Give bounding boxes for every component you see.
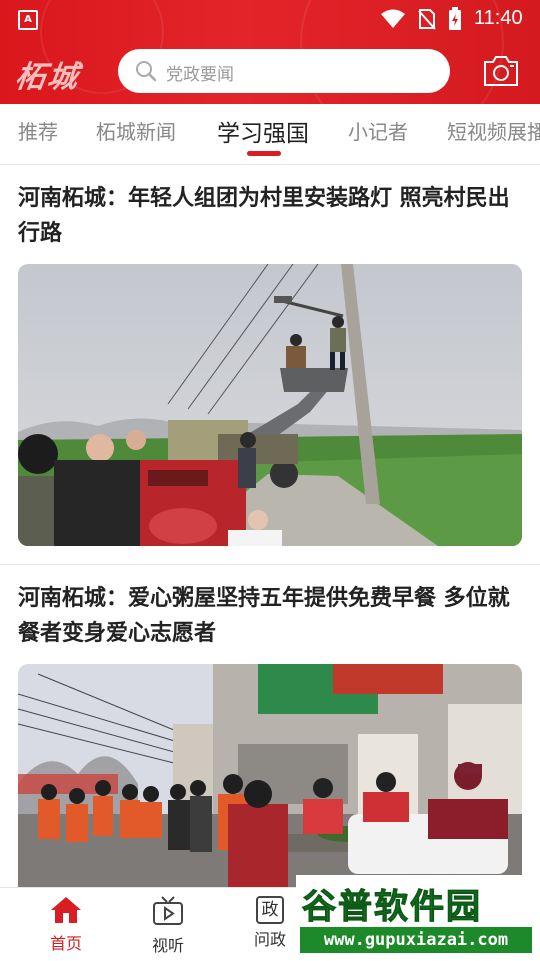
news-photo[interactable] [18, 264, 522, 546]
no-sim-icon [418, 9, 436, 30]
status-time: 11:40 [474, 7, 523, 29]
site-watermark: 谷普软件园 www.gupuxiazai.com [296, 875, 540, 960]
tab-recommend[interactable]: 推荐 [18, 116, 58, 145]
tab-short-video[interactable]: 短视频展播 [447, 116, 540, 145]
app-notification-icon: A [18, 10, 38, 30]
wifi-icon [381, 9, 405, 28]
active-tab-indicator [247, 151, 281, 156]
zheng-badge-glyph: 政 [261, 900, 279, 920]
charity-porridge-photo [18, 664, 522, 904]
app-header: A 11:40 柘城 党政要闻 [0, 0, 540, 104]
camera-icon[interactable] [482, 54, 520, 88]
news-card[interactable]: 河南柘城：爱心粥屋坚持五年提供免费早餐 多位就餐者变身爱心志愿者 [0, 565, 540, 904]
streetlight-install-photo [18, 264, 522, 546]
nav-audio-video-label: 视听 [151, 936, 184, 955]
news-photo[interactable] [18, 664, 522, 904]
watermark-url: www.gupuxiazai.com [300, 927, 532, 953]
app-logo: 柘城 [13, 60, 82, 95]
news-card[interactable]: 河南柘城：年轻人组团为村里安装路灯 照亮村民出行路 [0, 165, 540, 565]
battery-icon [449, 7, 461, 30]
status-bar: A 11:40 [0, 0, 540, 36]
nav-home[interactable]: 首页 [26, 896, 106, 954]
news-title[interactable]: 河南柘城：爱心粥屋坚持五年提供免费早餐 多位就餐者变身爱心志愿者 [18, 581, 523, 651]
news-title[interactable]: 河南柘城：年轻人组团为村里安装路灯 照亮村民出行路 [18, 181, 523, 251]
tab-zhecheng-news[interactable]: 柘城新闻 [96, 116, 176, 145]
zheng-badge-icon: 政 [256, 896, 284, 924]
nav-audio-video[interactable]: 视听 [128, 896, 208, 956]
nav-home-label: 首页 [49, 934, 82, 953]
tab-little-reporter[interactable]: 小记者 [348, 116, 408, 145]
tv-play-icon [153, 896, 183, 925]
category-tabs: 推荐 柘城新闻 学习强国 小记者 短视频展播 [0, 104, 540, 165]
tab-xuexi-qiangguo[interactable]: 学习强国 [217, 114, 309, 148]
search-icon [136, 61, 157, 82]
watermark-text: 谷普软件园 [302, 887, 482, 928]
search-placeholder: 党政要闻 [166, 65, 234, 85]
home-icon [51, 897, 81, 923]
search-bar[interactable]: 党政要闻 [118, 49, 450, 93]
